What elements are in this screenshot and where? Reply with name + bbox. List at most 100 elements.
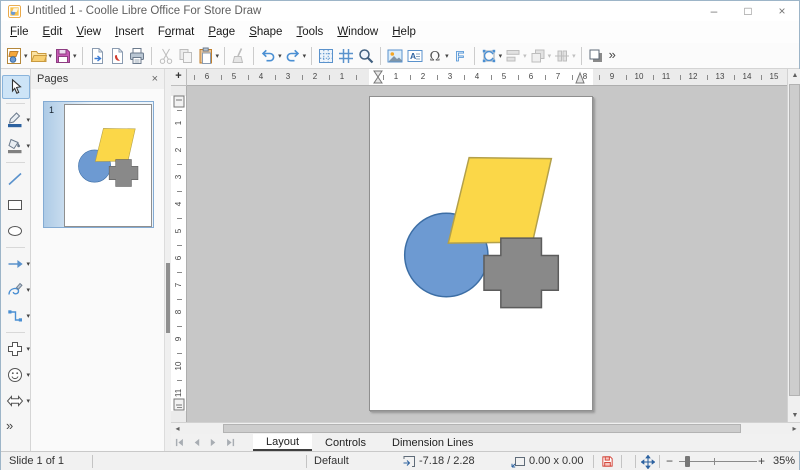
- gray-cross-shape[interactable]: [484, 238, 558, 308]
- first-page-button[interactable]: [171, 434, 188, 451]
- dropdown-arrow-icon[interactable]: ▾: [26, 312, 30, 320]
- snap-guides-button[interactable]: [336, 44, 356, 68]
- dropdown-arrow-icon[interactable]: ▾: [49, 52, 53, 60]
- zoom-level[interactable]: 35%: [773, 452, 795, 470]
- dropdown-arrow-icon[interactable]: ▾: [445, 52, 449, 60]
- insert-text-box-button[interactable]: A: [405, 44, 425, 68]
- palette-overflow-button[interactable]: »: [2, 415, 30, 439]
- open-button[interactable]: ▾: [29, 44, 54, 68]
- menu-format[interactable]: Format: [151, 24, 201, 40]
- lines-and-arrows-button[interactable]: ▾: [2, 252, 30, 276]
- export-pdf-button[interactable]: [107, 44, 127, 68]
- vertical-ruler[interactable]: 1234567891011: [171, 86, 187, 422]
- menu-page[interactable]: Page: [201, 24, 242, 40]
- zoom-button[interactable]: [356, 44, 376, 68]
- dropdown-arrow-icon[interactable]: ▾: [572, 52, 576, 60]
- top-margin-marker-icon[interactable]: [173, 95, 185, 108]
- shadow-button[interactable]: [586, 44, 606, 68]
- undo-button[interactable]: ▾: [258, 44, 283, 68]
- yellow-parallelogram-shape[interactable]: [448, 158, 551, 243]
- gray-cross-shape[interactable]: [109, 160, 138, 187]
- horizontal-scrollbar-thumb[interactable]: [223, 424, 741, 433]
- zoom-slider-track[interactable]: [679, 461, 757, 462]
- save-button[interactable]: ▾: [53, 44, 78, 68]
- dropdown-arrow-icon[interactable]: ▾: [278, 52, 282, 60]
- clone-formatting-button[interactable]: [229, 44, 249, 68]
- dropdown-arrow-icon[interactable]: ▾: [26, 116, 30, 124]
- dropdown-arrow-icon[interactable]: ▾: [216, 52, 220, 60]
- dropdown-arrow-icon[interactable]: ▾: [26, 397, 30, 405]
- toolbar-overflow-button[interactable]: »: [606, 44, 619, 68]
- rectangle-button[interactable]: [2, 193, 30, 217]
- tab-dimension-lines[interactable]: Dimension Lines: [379, 434, 486, 451]
- paste-button[interactable]: ▾: [196, 44, 221, 68]
- drawing-page[interactable]: [369, 96, 593, 411]
- curves-polygons-button[interactable]: ▾: [2, 278, 30, 302]
- arrange-button[interactable]: ▾: [528, 44, 553, 68]
- distribute-button[interactable]: ▾: [552, 44, 577, 68]
- panel-splitter-handle[interactable]: [166, 263, 170, 333]
- document-modified-icon[interactable]: [601, 452, 614, 470]
- tab-layout[interactable]: Layout: [253, 434, 312, 451]
- print-button[interactable]: [127, 44, 147, 68]
- ellipse-button[interactable]: [2, 219, 30, 243]
- menu-file[interactable]: File: [3, 24, 36, 40]
- dropdown-arrow-icon[interactable]: ▾: [303, 52, 307, 60]
- vertical-scrollbar[interactable]: ▲ ▼: [787, 69, 800, 422]
- pages-panel-close-icon[interactable]: ×: [152, 73, 158, 85]
- menu-insert[interactable]: Insert: [108, 24, 151, 40]
- dropdown-arrow-icon[interactable]: ▾: [73, 52, 77, 60]
- redo-button[interactable]: ▾: [283, 44, 308, 68]
- cut-button[interactable]: [156, 44, 176, 68]
- export-button[interactable]: [87, 44, 107, 68]
- block-arrows-button[interactable]: ▾: [2, 389, 30, 413]
- dropdown-arrow-icon[interactable]: ▾: [523, 52, 527, 60]
- vertical-scrollbar-thumb[interactable]: [789, 84, 800, 396]
- dropdown-arrow-icon[interactable]: ▾: [26, 371, 30, 379]
- dropdown-arrow-icon[interactable]: ▾: [26, 345, 30, 353]
- dropdown-arrow-icon[interactable]: ▾: [548, 52, 552, 60]
- canvas-workspace[interactable]: [187, 86, 787, 422]
- menu-help[interactable]: Help: [385, 24, 423, 40]
- horizontal-scrollbar[interactable]: ◂ ▸: [171, 422, 800, 434]
- horizontal-ruler[interactable]: 654321123456789101112131415: [187, 69, 787, 86]
- fontwork-button[interactable]: F: [450, 44, 470, 68]
- menu-window[interactable]: Window: [330, 24, 385, 40]
- tab-stop-selector[interactable]: +: [171, 69, 187, 86]
- zoom-slider-thumb[interactable]: [685, 456, 690, 467]
- new-document-button[interactable]: ▾: [4, 44, 29, 68]
- dropdown-arrow-icon[interactable]: ▾: [499, 52, 503, 60]
- dropdown-arrow-icon[interactable]: ▾: [26, 286, 30, 294]
- connectors-button[interactable]: ▾: [2, 304, 30, 328]
- menu-view[interactable]: View: [69, 24, 108, 40]
- dropdown-arrow-icon[interactable]: ▾: [26, 142, 30, 150]
- basic-shapes-button[interactable]: ▾: [2, 337, 30, 361]
- close-button[interactable]: ×: [765, 1, 799, 21]
- scroll-down-icon[interactable]: ▼: [788, 409, 800, 422]
- maximize-button[interactable]: □: [731, 1, 765, 21]
- previous-page-button[interactable]: [188, 434, 205, 451]
- fit-slide-icon[interactable]: [641, 452, 655, 470]
- copy-button[interactable]: [176, 44, 196, 68]
- left-indent-marker-icon[interactable]: [373, 70, 383, 84]
- align-button[interactable]: ▾: [503, 44, 528, 68]
- line-color-button[interactable]: ▾: [2, 108, 30, 132]
- zoom-out-button[interactable]: −: [666, 452, 673, 470]
- zoom-in-button[interactable]: +: [758, 452, 765, 470]
- menu-tools[interactable]: Tools: [289, 24, 330, 40]
- last-page-button[interactable]: [222, 434, 239, 451]
- menu-edit[interactable]: Edit: [36, 24, 70, 40]
- page-thumbnail[interactable]: 1: [43, 101, 154, 228]
- panel-splitter[interactable]: [164, 69, 171, 451]
- insert-image-button[interactable]: [385, 44, 405, 68]
- scroll-up-icon[interactable]: ▲: [788, 69, 800, 82]
- insert-line-button[interactable]: [2, 167, 30, 191]
- yellow-parallelogram-shape[interactable]: [95, 128, 135, 161]
- select-button[interactable]: [2, 75, 30, 99]
- minimize-button[interactable]: –: [697, 1, 731, 21]
- symbol-shapes-button[interactable]: ▾: [2, 363, 30, 387]
- fill-color-button[interactable]: ▾: [2, 134, 30, 158]
- transformations-button[interactable]: ▾: [479, 44, 504, 68]
- tab-controls[interactable]: Controls: [312, 434, 379, 451]
- special-character-button[interactable]: Ω▾: [425, 44, 450, 68]
